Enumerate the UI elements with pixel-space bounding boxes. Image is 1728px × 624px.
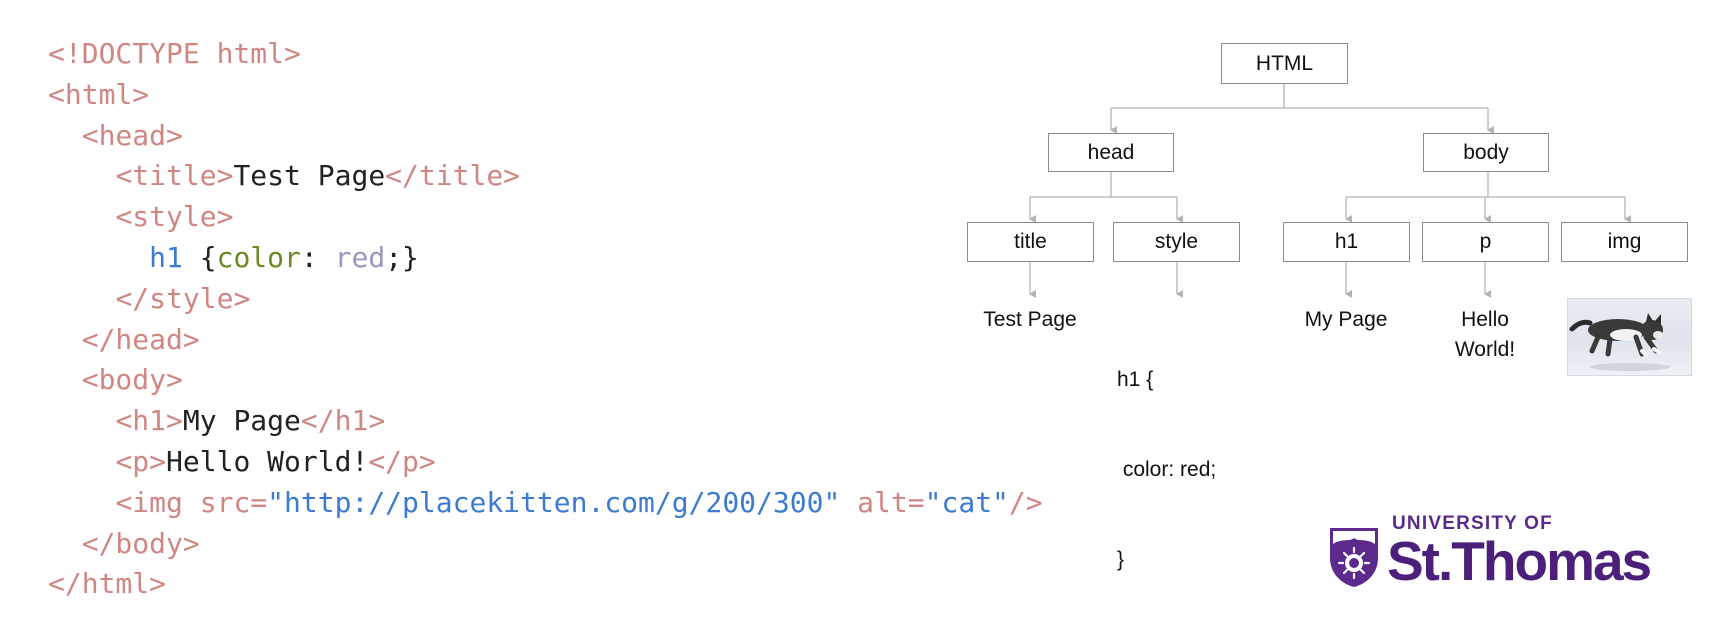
leaf-title-text: Test Page bbox=[983, 308, 1077, 331]
cat-photo bbox=[1567, 298, 1692, 376]
cat-silhouette-icon bbox=[1569, 313, 1670, 371]
node-h1: h1 bbox=[1283, 222, 1410, 262]
leaf-style-line-1: h1 { bbox=[1117, 368, 1154, 391]
node-title: title bbox=[967, 222, 1094, 262]
university-logo: UNIVERSITY OF St.Thomas bbox=[1328, 513, 1700, 593]
leaf-h1-text: My Page bbox=[1304, 308, 1388, 331]
leaf-p-line-2: World! bbox=[1454, 338, 1516, 361]
edge-body-children bbox=[1346, 172, 1625, 198]
logo-main-text: St.Thomas bbox=[1387, 530, 1652, 592]
leaf-style-line-2: color: red; bbox=[1117, 458, 1217, 481]
leaf-style-line-3: } bbox=[1117, 548, 1125, 571]
edge-head-children bbox=[1030, 172, 1177, 198]
node-html: HTML bbox=[1221, 43, 1348, 84]
leaf-p-line-1: Hello bbox=[1461, 308, 1509, 331]
edge-html-children bbox=[1111, 84, 1488, 109]
node-head: head bbox=[1048, 133, 1174, 172]
node-body: body bbox=[1423, 133, 1549, 172]
leaf-style-text: h1 { color: red; } bbox=[1117, 305, 1247, 605]
node-p: p bbox=[1422, 222, 1549, 262]
university-crest-icon bbox=[1330, 528, 1378, 587]
node-style: style bbox=[1113, 222, 1240, 262]
node-img: img bbox=[1561, 222, 1688, 262]
leaf-p-text: Hello World! bbox=[1425, 305, 1545, 365]
